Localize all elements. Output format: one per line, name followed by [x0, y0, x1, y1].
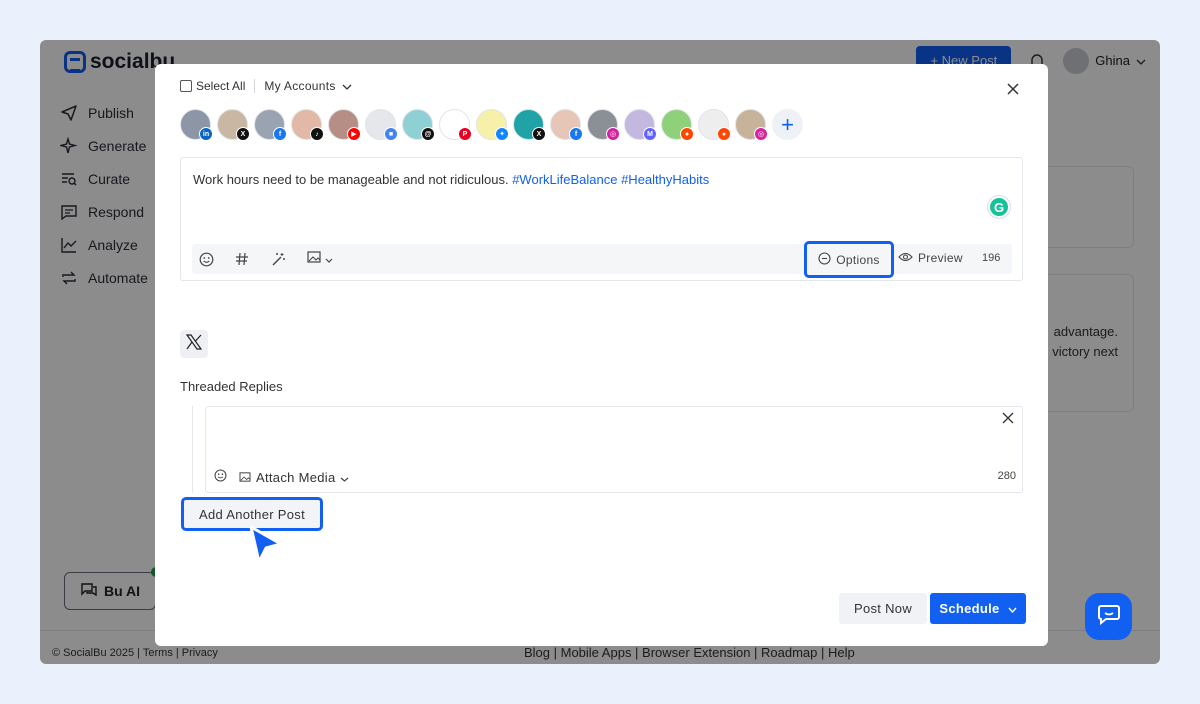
- my-accounts-label: My Accounts: [264, 79, 336, 93]
- select-all-label[interactable]: Select All: [196, 79, 245, 93]
- mouse-cursor-icon: [247, 524, 285, 571]
- account-avatar-youtube-account[interactable]: ▶: [328, 109, 361, 141]
- account-avatar-tiktok-account[interactable]: ♪: [291, 109, 324, 141]
- chat-bubble-icon: [1097, 603, 1121, 630]
- instagram-icon: ◎: [754, 127, 768, 141]
- character-count: 196: [982, 252, 1001, 264]
- post-editor[interactable]: Work hours need to be manageable and not…: [180, 157, 1023, 281]
- x-icon: X: [236, 127, 250, 141]
- account-avatar-bluesky-account[interactable]: ✦: [476, 109, 509, 141]
- account-avatar-green-reddit[interactable]: ●: [661, 109, 694, 141]
- account-avatar-group-facebook[interactable]: f: [254, 109, 287, 141]
- post-text-area[interactable]: Work hours need to be manageable and not…: [193, 172, 709, 187]
- magic-wand-icon[interactable]: [270, 251, 286, 267]
- thread-line: [192, 406, 205, 493]
- account-avatar-blank-reddit[interactable]: ●: [698, 109, 731, 141]
- account-avatar-teal-x[interactable]: X: [513, 109, 546, 141]
- hashtag-icon[interactable]: [234, 251, 250, 267]
- post-hashtags: #WorkLifeBalance #HealthyHabits: [512, 172, 710, 187]
- options-button[interactable]: Options: [804, 241, 894, 278]
- reply-character-count: 280: [997, 470, 1016, 482]
- schedule-button[interactable]: Schedule: [930, 593, 1026, 624]
- youtube-icon: ▶: [347, 127, 361, 141]
- facebook-icon: f: [569, 127, 583, 141]
- minus-circle-icon: [818, 251, 831, 268]
- add-account-button[interactable]: +: [772, 109, 803, 140]
- account-avatars: in Xf ♪ ▶ ■ @ P ✦ Xf ◎ M ● ● ◎ +: [180, 109, 803, 141]
- options-label: Options: [836, 252, 880, 267]
- post-text: Work hours need to be manageable and not…: [193, 172, 509, 187]
- chevron-down-icon: [325, 250, 333, 268]
- reddit-icon: ●: [680, 127, 694, 141]
- editor-toolbar: Options Preview 196: [192, 241, 1012, 278]
- tiktok-icon: ♪: [310, 127, 324, 141]
- divider: [254, 79, 256, 93]
- help-chat-button[interactable]: [1085, 593, 1132, 640]
- close-icon[interactable]: [1002, 411, 1016, 425]
- account-avatar-socialbu-linkedin[interactable]: in: [180, 109, 213, 141]
- preview-label: Preview: [918, 251, 963, 265]
- account-selector-bar: Select All My Accounts: [180, 79, 352, 93]
- chevron-down-icon: [340, 470, 349, 485]
- image-icon: [307, 250, 321, 268]
- threaded-reply-editor[interactable]: Attach Media 280: [205, 406, 1023, 493]
- account-avatar-threads-account[interactable]: @: [402, 109, 435, 141]
- attach-media-dropdown[interactable]: Attach Media: [239, 470, 349, 485]
- instagram-icon: ◎: [606, 127, 620, 141]
- linkedin-icon: in: [199, 127, 213, 141]
- account-avatar-google-business[interactable]: ■: [365, 109, 398, 141]
- chevron-down-icon: [342, 79, 352, 93]
- x-logo-icon: [185, 333, 203, 355]
- create-post-modal: Select All My Accounts in Xf ♪ ▶ ■ @ P ✦ Xf ◎ M ● ● ◎…: [155, 64, 1048, 646]
- emoji-icon[interactable]: [198, 251, 214, 267]
- select-all-checkbox[interactable]: [180, 80, 192, 92]
- account-avatar-photo-instagram[interactable]: ◎: [735, 109, 768, 141]
- schedule-label: Schedule: [939, 601, 1000, 616]
- pinterest-icon: P: [458, 127, 472, 141]
- bluesky-icon: ✦: [495, 127, 509, 141]
- threaded-replies-heading: Threaded Replies: [180, 379, 283, 394]
- my-accounts-dropdown[interactable]: My Accounts: [264, 79, 352, 93]
- image-icon: [239, 470, 251, 485]
- grammarly-icon[interactable]: G: [988, 196, 1010, 218]
- close-icon[interactable]: [1006, 80, 1022, 96]
- image-dropdown[interactable]: [304, 251, 336, 267]
- post-now-button[interactable]: Post Now: [839, 593, 927, 624]
- emoji-icon[interactable]: [214, 469, 227, 485]
- account-avatar-socialbu-pinterest[interactable]: P: [439, 109, 472, 141]
- reply-toolbar: Attach Media: [214, 469, 349, 485]
- account-avatar-person-facebook[interactable]: f: [550, 109, 583, 141]
- attach-media-label: Attach Media: [256, 469, 336, 485]
- google-icon: ■: [384, 127, 398, 141]
- x-icon: X: [532, 127, 546, 141]
- preview-button[interactable]: Preview: [898, 251, 963, 265]
- account-avatar-dark-instagram[interactable]: ◎: [587, 109, 620, 141]
- chevron-down-icon: [1008, 601, 1017, 616]
- x-network-tab[interactable]: [180, 330, 208, 358]
- facebook-icon: f: [273, 127, 287, 141]
- eye-icon: [898, 251, 913, 265]
- account-avatar-flower-mastodon[interactable]: M: [624, 109, 657, 141]
- reddit-icon: ●: [717, 127, 731, 141]
- mastodon-icon: M: [643, 127, 657, 141]
- threads-icon: @: [421, 127, 435, 141]
- account-avatar-person-x[interactable]: X: [217, 109, 250, 141]
